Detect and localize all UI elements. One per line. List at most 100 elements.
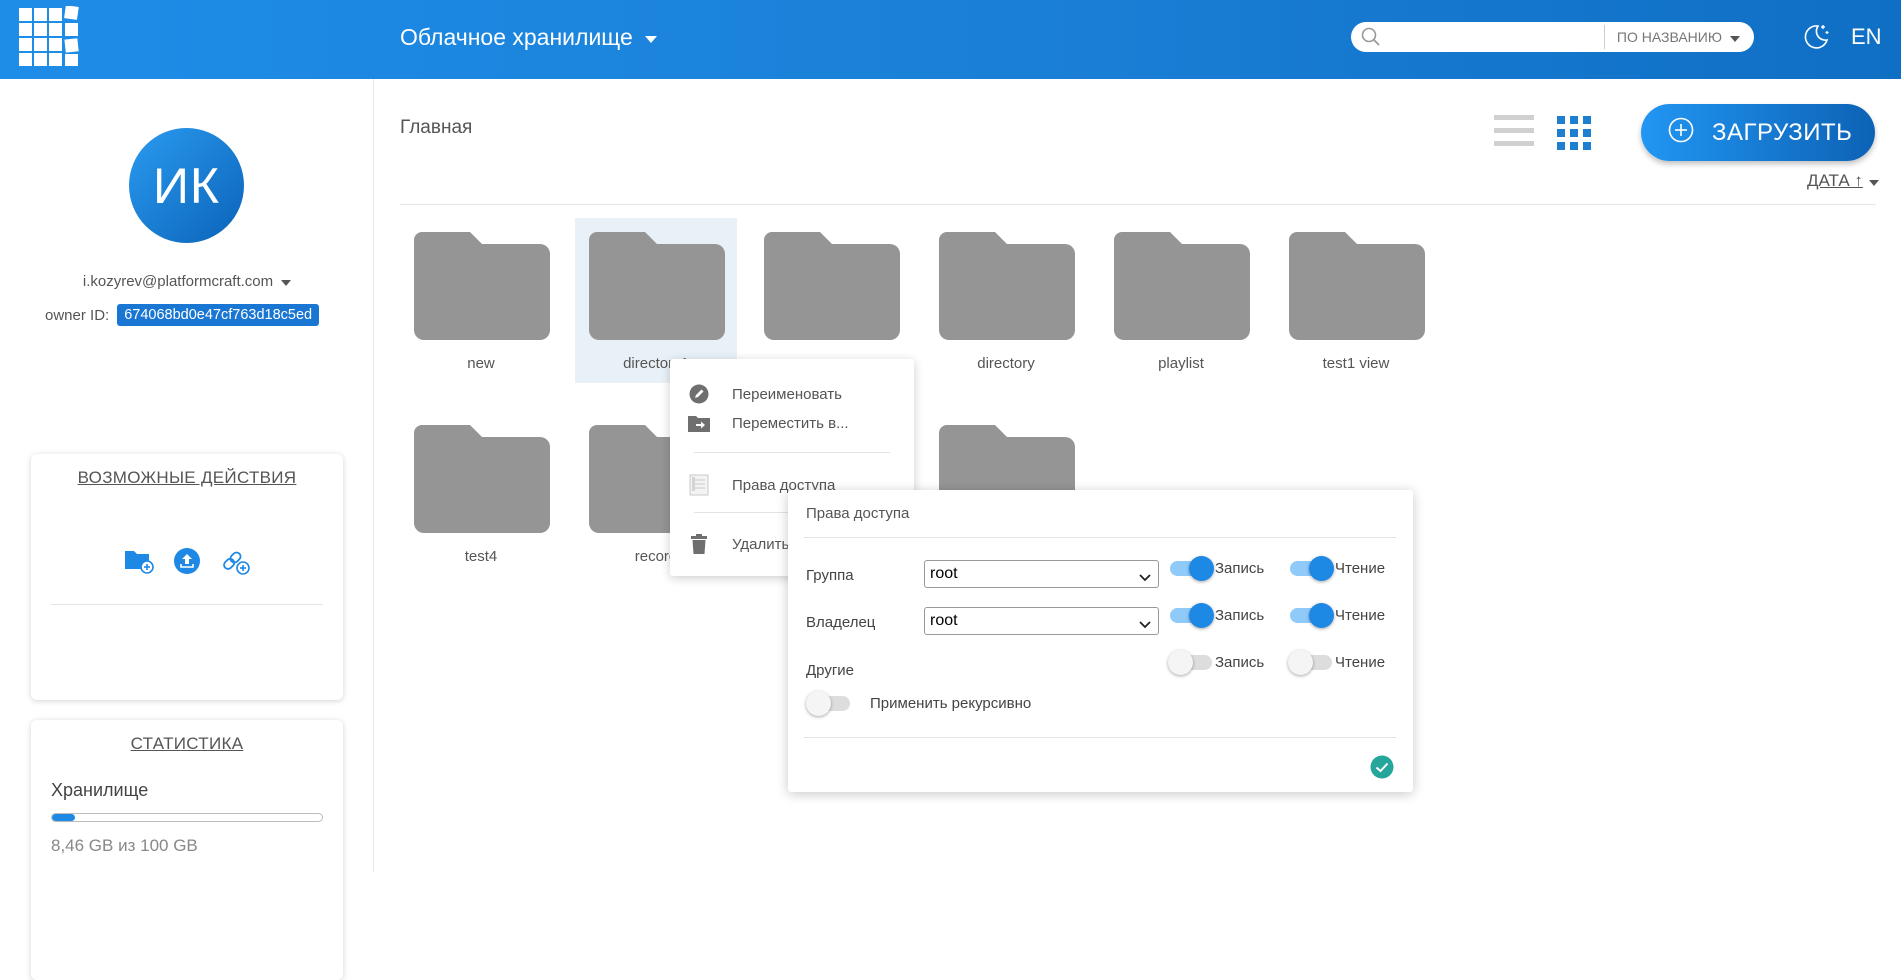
search-sort-dropdown[interactable]: ПО НАЗВАНИЮ	[1605, 29, 1754, 45]
toggle-label: Чтение	[1335, 560, 1386, 577]
toggle-label: Запись	[1215, 654, 1265, 671]
trash-icon	[688, 534, 710, 554]
folder-icon	[589, 232, 725, 340]
storage-selector[interactable]: Облачное хранилище	[400, 24, 657, 51]
folder-item[interactable]: new	[400, 218, 562, 383]
group-read-toggle[interactable]: Чтение	[1290, 556, 1386, 581]
folder-item[interactable]: playlist	[1100, 218, 1262, 383]
move-folder-icon	[688, 414, 710, 432]
dialog-title: Права доступа	[806, 505, 910, 522]
pencil-icon	[688, 384, 710, 404]
folder-name: new	[467, 355, 495, 372]
folder-icon	[939, 232, 1075, 340]
folder-item[interactable]: test1 view	[1275, 218, 1437, 383]
storage-progress-bar	[51, 813, 323, 822]
toggle-track	[1290, 556, 1334, 581]
dialog-divider	[804, 537, 1396, 538]
search-icon	[1351, 27, 1391, 47]
folder-icon	[1114, 232, 1250, 340]
add-link-icon[interactable]	[220, 546, 250, 576]
search-bar: ПО НАЗВАНИЮ	[1351, 22, 1754, 52]
toggle-label: Запись	[1215, 607, 1265, 624]
folder-item[interactable]: test4	[400, 411, 562, 576]
owner-select-value: root	[930, 612, 958, 629]
chevron-down-icon	[281, 280, 292, 286]
permissions-dialog: Права доступа Группа root Запись Чтение …	[788, 490, 1413, 792]
toggle-knob	[806, 691, 831, 716]
toggle-track	[1170, 603, 1214, 628]
storage-label: Хранилище	[51, 780, 149, 800]
content-divider	[400, 204, 1876, 205]
owner-id-label: owner ID:	[45, 306, 110, 324]
grid-view-icon[interactable]	[1557, 116, 1591, 155]
folder-name: playlist	[1158, 355, 1204, 372]
menu-item-rename[interactable]: Переименовать	[688, 384, 842, 404]
group-label: Группа	[806, 567, 854, 584]
language-switch[interactable]: EN	[1851, 24, 1882, 50]
group-select-value: root	[930, 565, 958, 582]
upload-icon[interactable]	[172, 546, 202, 576]
recursive-toggle[interactable]: Применить рекурсивно	[806, 691, 1032, 716]
user-menu[interactable]: i.kozyrev@platformcraft.com	[0, 273, 374, 290]
storage-usage-text: 8,46 GB из 100 GB	[51, 836, 198, 855]
search-input[interactable]	[1391, 24, 1604, 50]
group-select[interactable]: root	[924, 560, 1159, 588]
actions-title: ВОЗМОЖНЫЕ ДЕЙСТВИЯ	[77, 468, 297, 487]
top-bar: Облачное хранилище ПО НАЗВАНИЮ EN	[0, 0, 1901, 79]
actions-divider	[51, 604, 323, 605]
folder-icon	[414, 425, 550, 533]
list-view-icon[interactable]	[1494, 114, 1534, 153]
folder-item[interactable]: directory	[925, 218, 1087, 383]
user-email: i.kozyrev@platformcraft.com	[82, 273, 274, 290]
stats-card: СТАТИСТИКА Хранилище 8,46 GB из 100 GB	[31, 720, 343, 980]
confirm-check-icon[interactable]	[1370, 755, 1394, 784]
breadcrumb[interactable]: Главная	[400, 117, 472, 139]
toggle-label: Применить рекурсивно	[870, 695, 1032, 712]
others-read-toggle[interactable]: Чтение	[1288, 650, 1385, 675]
toggle-track	[1290, 603, 1334, 628]
actions-card: ВОЗМОЖНЫЕ ДЕЙСТВИЯ	[31, 454, 343, 700]
folder-name: test1 view	[1322, 355, 1390, 372]
folder-icon	[414, 232, 550, 340]
chevron-down-icon	[1868, 179, 1879, 186]
toggle-label: Чтение	[1335, 607, 1386, 624]
toggle-knob	[1168, 650, 1193, 675]
others-write-toggle[interactable]: Запись	[1168, 650, 1265, 675]
toggle-label: Запись	[1215, 560, 1265, 577]
menu-item-label: Удалить	[732, 535, 790, 553]
toggle-knob	[1309, 556, 1334, 581]
menu-item-move[interactable]: Переместить в...	[688, 414, 849, 432]
upload-button-label: ЗАГРУЗИТЬ	[1712, 118, 1853, 146]
app-title: Облачное хранилище	[400, 24, 633, 50]
folder-icon	[1289, 232, 1425, 340]
owner-id-row: owner ID: 674068bd0e47cf763d18c5ed	[45, 304, 320, 326]
app-logo-icon[interactable]	[19, 5, 83, 75]
toggle-knob	[1189, 556, 1214, 581]
menu-item-delete[interactable]: Удалить	[688, 534, 789, 554]
actions-row	[31, 546, 343, 576]
toggle-track	[1168, 650, 1212, 675]
owner-id-value[interactable]: 674068bd0e47cf763d18c5ed	[117, 304, 320, 326]
plus-circle-icon	[1668, 117, 1694, 148]
dialog-divider	[804, 737, 1396, 738]
menu-divider	[694, 452, 890, 453]
document-icon	[688, 474, 710, 496]
toggle-track	[1288, 650, 1332, 675]
new-folder-icon[interactable]	[124, 546, 154, 576]
owner-read-toggle[interactable]: Чтение	[1290, 603, 1386, 628]
upload-button[interactable]: ЗАГРУЗИТЬ	[1641, 104, 1875, 161]
avatar[interactable]: ИК	[129, 128, 244, 243]
search-sort-label: ПО НАЗВАНИЮ	[1616, 29, 1722, 45]
toggle-track	[806, 691, 850, 716]
menu-item-label: Переименовать	[732, 385, 842, 403]
chevron-down-icon	[1139, 569, 1151, 587]
group-write-toggle[interactable]: Запись	[1170, 556, 1265, 581]
chevron-down-icon	[1730, 35, 1740, 42]
owner-write-toggle[interactable]: Запись	[1170, 603, 1265, 628]
sort-by-date-dropdown[interactable]: ДАТА ↑	[1807, 171, 1879, 191]
storage-progress-fill	[52, 814, 75, 821]
toggle-track	[1170, 556, 1214, 581]
owner-select[interactable]: root	[924, 607, 1159, 635]
theme-toggle-icon[interactable]	[1801, 22, 1831, 57]
sort-by-date-label: ДАТА ↑	[1807, 171, 1863, 190]
